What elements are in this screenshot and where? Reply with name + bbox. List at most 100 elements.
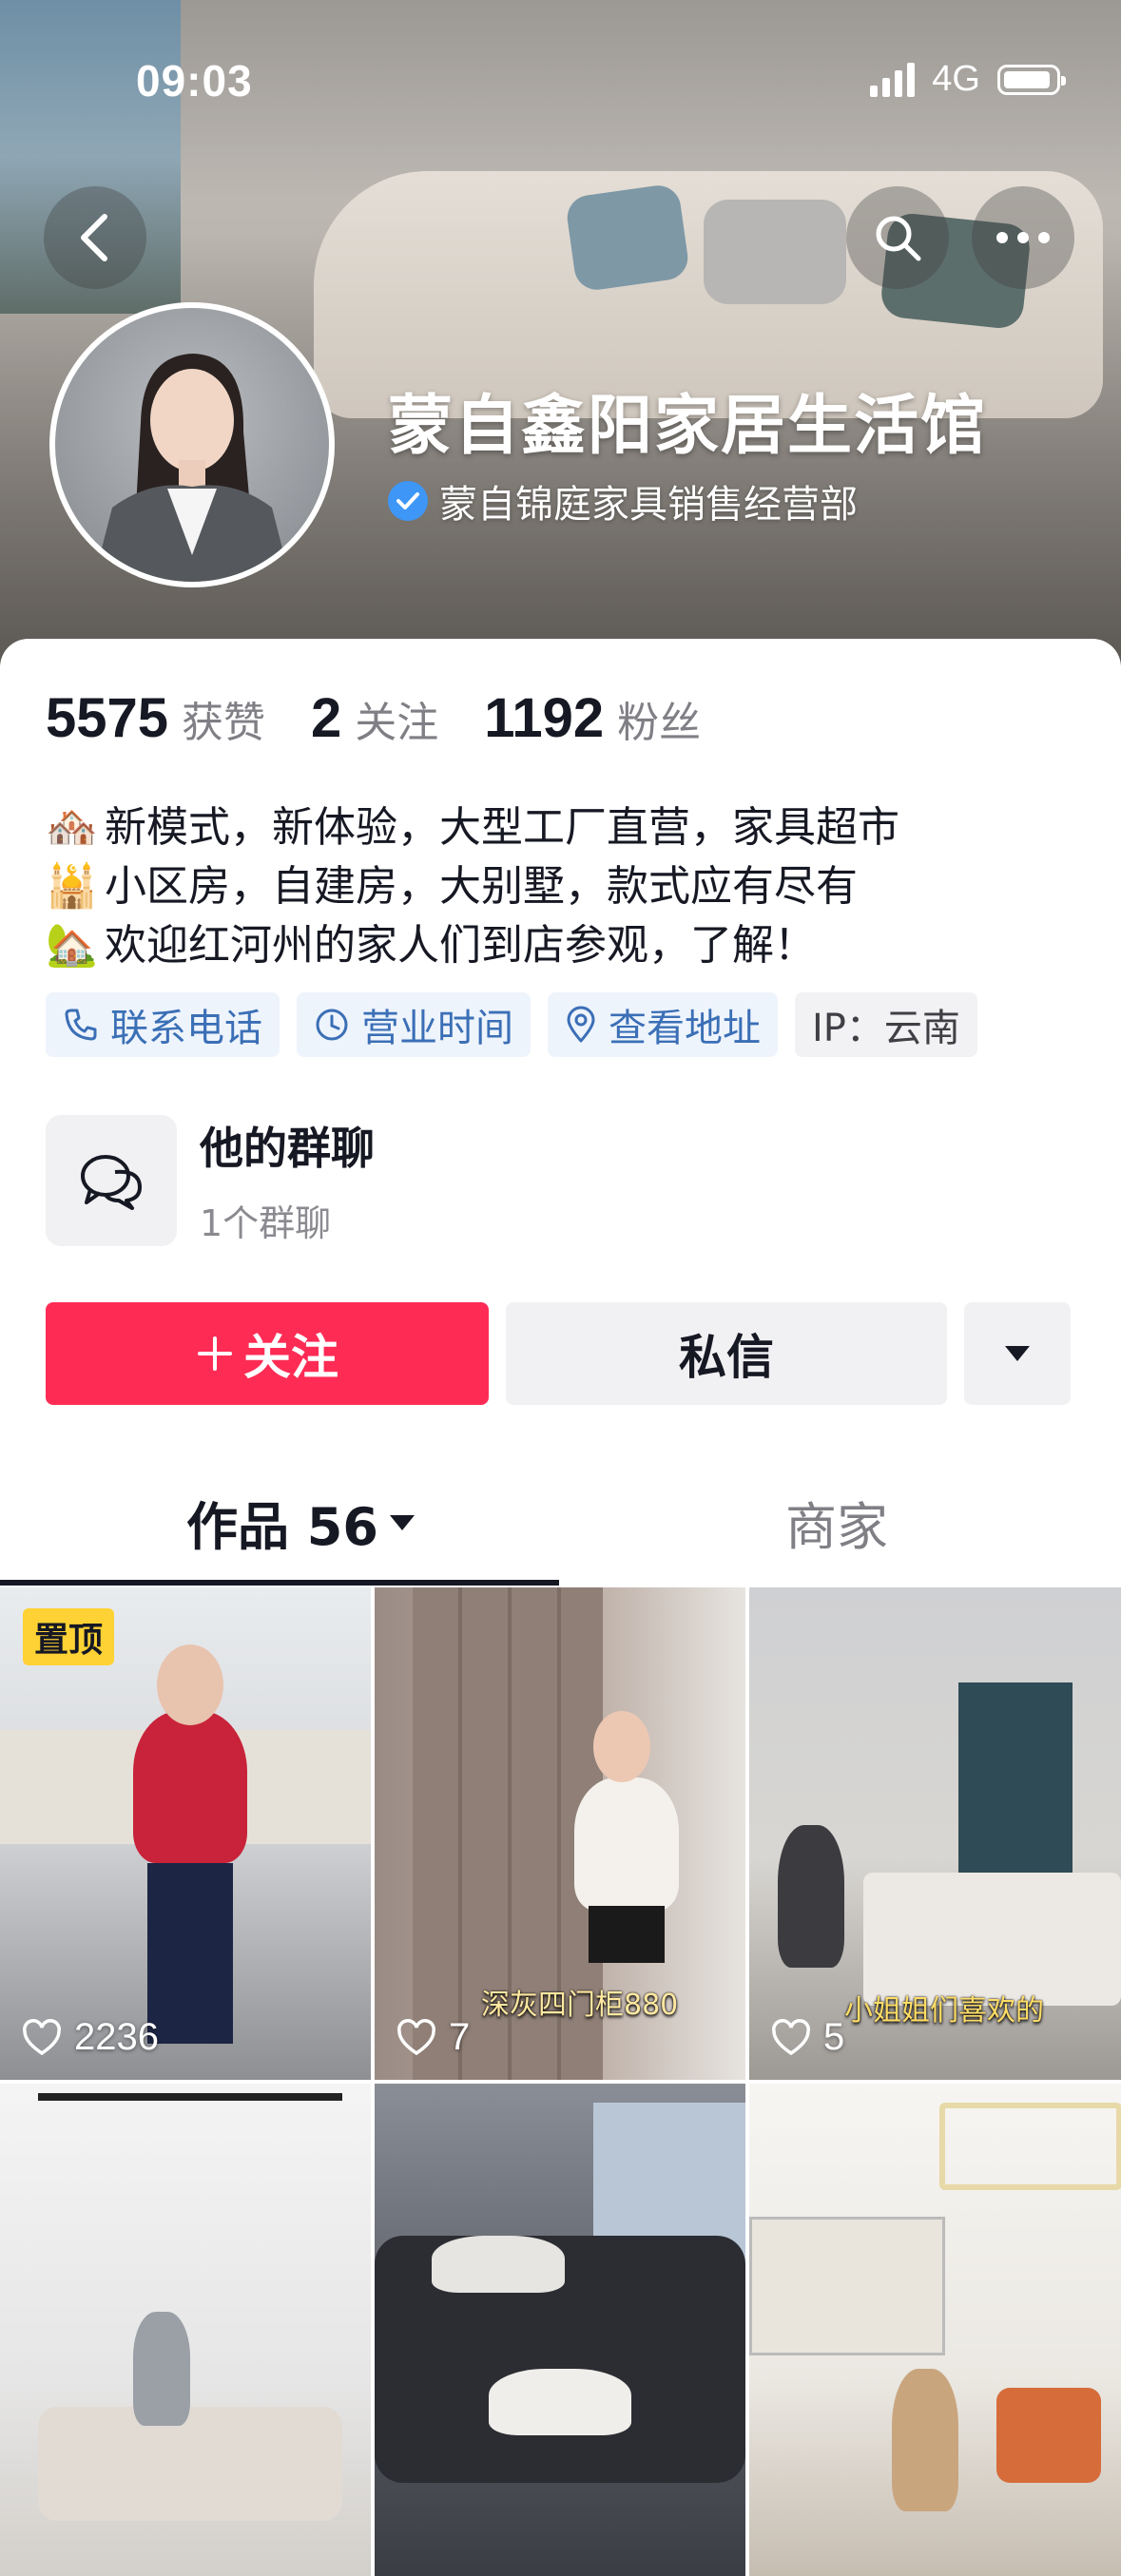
video-grid: 置顶 2236 深灰四门柜880 7 小姐姐们喜欢的 5 [0, 1587, 1121, 2576]
group-chat-entry[interactable]: 他的群聊 1个群聊 [46, 1114, 375, 1246]
tab-works[interactable]: 作品 56 [186, 1485, 416, 1560]
video-caption: 小姐姐们喜欢的 [844, 1994, 1044, 2028]
house-emoji-icon: 🏘️ [46, 803, 98, 852]
thumb-face [593, 1711, 650, 1782]
stat-value: 2 [311, 687, 342, 749]
thumb-person [574, 1778, 679, 1911]
location-pin-icon [567, 1006, 595, 1043]
thumb-ceiling-light [939, 2103, 1121, 2190]
likes-count: 5 [823, 2016, 845, 2058]
battery-icon [997, 64, 1066, 95]
video-thumbnail[interactable] [749, 2084, 1121, 2576]
stat-value: 1192 [484, 687, 605, 749]
cover-pillow [564, 183, 691, 293]
thumb-person [133, 1711, 247, 1863]
stat-following[interactable]: 2 关注 [311, 686, 438, 750]
stat-label: 关注 [355, 699, 439, 747]
bio-text: 小区房，自建房，大别墅，款式应有尽有 [105, 862, 858, 911]
bio-text: 欢迎红河州的家人们到店参观，了解！ [105, 921, 816, 970]
clock-icon [316, 1009, 348, 1041]
thumb-ceiling-rail [38, 2093, 342, 2101]
bio-line: 🕌 小区房，自建房，大别墅，款式应有尽有 [46, 857, 899, 916]
message-button[interactable]: 私信 [506, 1302, 947, 1405]
follow-button[interactable]: 关注 [46, 1302, 489, 1405]
thumb-person [892, 2369, 958, 2511]
thumb-window [958, 1682, 1073, 1901]
thumb-person [432, 2236, 565, 2293]
group-chat-count: 1个群聊 [200, 1202, 332, 1244]
back-button[interactable] [44, 186, 146, 289]
tab-merchant[interactable]: 商家 [785, 1485, 888, 1560]
video-thumbnail[interactable] [375, 2084, 745, 2576]
group-chat-title: 他的群聊 [200, 1123, 375, 1174]
video-likes: 5 [770, 2016, 844, 2059]
status-indicators: 4G [870, 59, 1066, 100]
video-caption: 深灰四门柜880 [481, 1989, 679, 2022]
group-chat-icon [46, 1114, 177, 1246]
plus-icon [198, 1336, 232, 1371]
thumb-store-sign [749, 2217, 945, 2355]
message-label: 私信 [679, 1330, 774, 1385]
thumb-legs [147, 1863, 233, 2044]
avatar-portrait [93, 354, 291, 582]
video-likes: 7 [396, 2016, 470, 2059]
bio-text: 新模式，新体验，大型工厂直营，家具超市 [105, 803, 899, 852]
stat-likes[interactable]: 5575 获赞 [46, 686, 265, 750]
profile-actions: 关注 私信 [46, 1302, 1071, 1405]
stat-followers[interactable]: 1192 粉丝 [484, 686, 701, 750]
status-time: 09:03 [136, 56, 253, 106]
profile-stats: 5575 获赞 2 关注 1192 粉丝 [46, 686, 746, 750]
tag-label: 营业时间 [361, 1007, 513, 1050]
chevron-left-icon [81, 214, 107, 261]
video-thumbnail[interactable]: 小姐姐们喜欢的 5 [749, 1587, 1121, 2080]
stat-value: 5575 [46, 687, 169, 749]
tag-contact-phone[interactable]: 联系电话 [46, 992, 280, 1057]
likes-count: 7 [449, 2016, 471, 2058]
house-garden-emoji-icon: 🏡 [46, 921, 98, 970]
tag-label: IP：云南 [812, 1007, 960, 1050]
profile-name: 蒙自鑫阳家居生活馆 [388, 389, 988, 464]
active-tab-indicator [0, 1580, 559, 1586]
profile-bio: 🏘️ 新模式，新体验，大型工厂直营，家具超市 🕌 小区房，自建房，大别墅，款式应… [46, 798, 899, 975]
group-chat-text: 他的群聊 1个群聊 [200, 1114, 375, 1246]
likes-count: 2236 [74, 2016, 159, 2058]
heart-icon [772, 2018, 810, 2055]
video-likes: 2236 [21, 2016, 159, 2059]
thumb-person [133, 2312, 190, 2426]
more-options-button[interactable] [972, 186, 1074, 289]
search-button[interactable] [846, 186, 949, 289]
tag-view-address[interactable]: 查看地址 [548, 992, 778, 1057]
search-icon [876, 216, 921, 261]
thumb-chair [996, 2388, 1101, 2483]
heart-icon [397, 2018, 435, 2055]
verified-info[interactable]: 蒙自锦庭家具销售经营部 [388, 473, 858, 529]
tag-ip-location: IP：云南 [795, 992, 977, 1057]
stat-label: 获赞 [182, 699, 266, 747]
heart-icon [23, 2018, 61, 2055]
video-thumbnail[interactable]: 深灰四门柜880 7 [375, 1587, 745, 2080]
tag-business-hours[interactable]: 营业时间 [297, 992, 531, 1057]
network-type: 4G [932, 59, 980, 99]
thumb-face [157, 1644, 223, 1725]
more-actions-button[interactable] [964, 1302, 1071, 1405]
profile-tags: 联系电话 营业时间 查看地址 IP：云南 [46, 992, 977, 1057]
follow-label: 关注 [243, 1330, 338, 1385]
thumb-bed [863, 1873, 1121, 2006]
signal-icon [870, 62, 916, 97]
bio-line: 🏡 欢迎红河州的家人们到店参观，了解！ [46, 916, 899, 975]
tag-label: 联系电话 [110, 1007, 262, 1050]
tab-works-label: 作品 56 [186, 1497, 378, 1557]
thumb-shorts [589, 1906, 665, 1963]
caret-down-icon [389, 1514, 415, 1530]
profile-tabs: 作品 56 商家 [0, 1454, 1121, 1587]
pinned-badge: 置顶 [23, 1608, 115, 1665]
bio-line: 🏘️ 新模式，新体验，大型工厂直营，家具超市 [46, 798, 899, 857]
video-thumbnail[interactable] [0, 2084, 371, 2576]
profile-avatar[interactable] [49, 302, 335, 587]
phone-icon [65, 1009, 97, 1041]
video-thumbnail[interactable]: 置顶 2236 [0, 1587, 371, 2080]
thumb-sofa [38, 2407, 342, 2521]
stat-label: 粉丝 [617, 699, 702, 747]
cover-pillow [704, 200, 846, 304]
more-dots-icon [996, 232, 1050, 243]
